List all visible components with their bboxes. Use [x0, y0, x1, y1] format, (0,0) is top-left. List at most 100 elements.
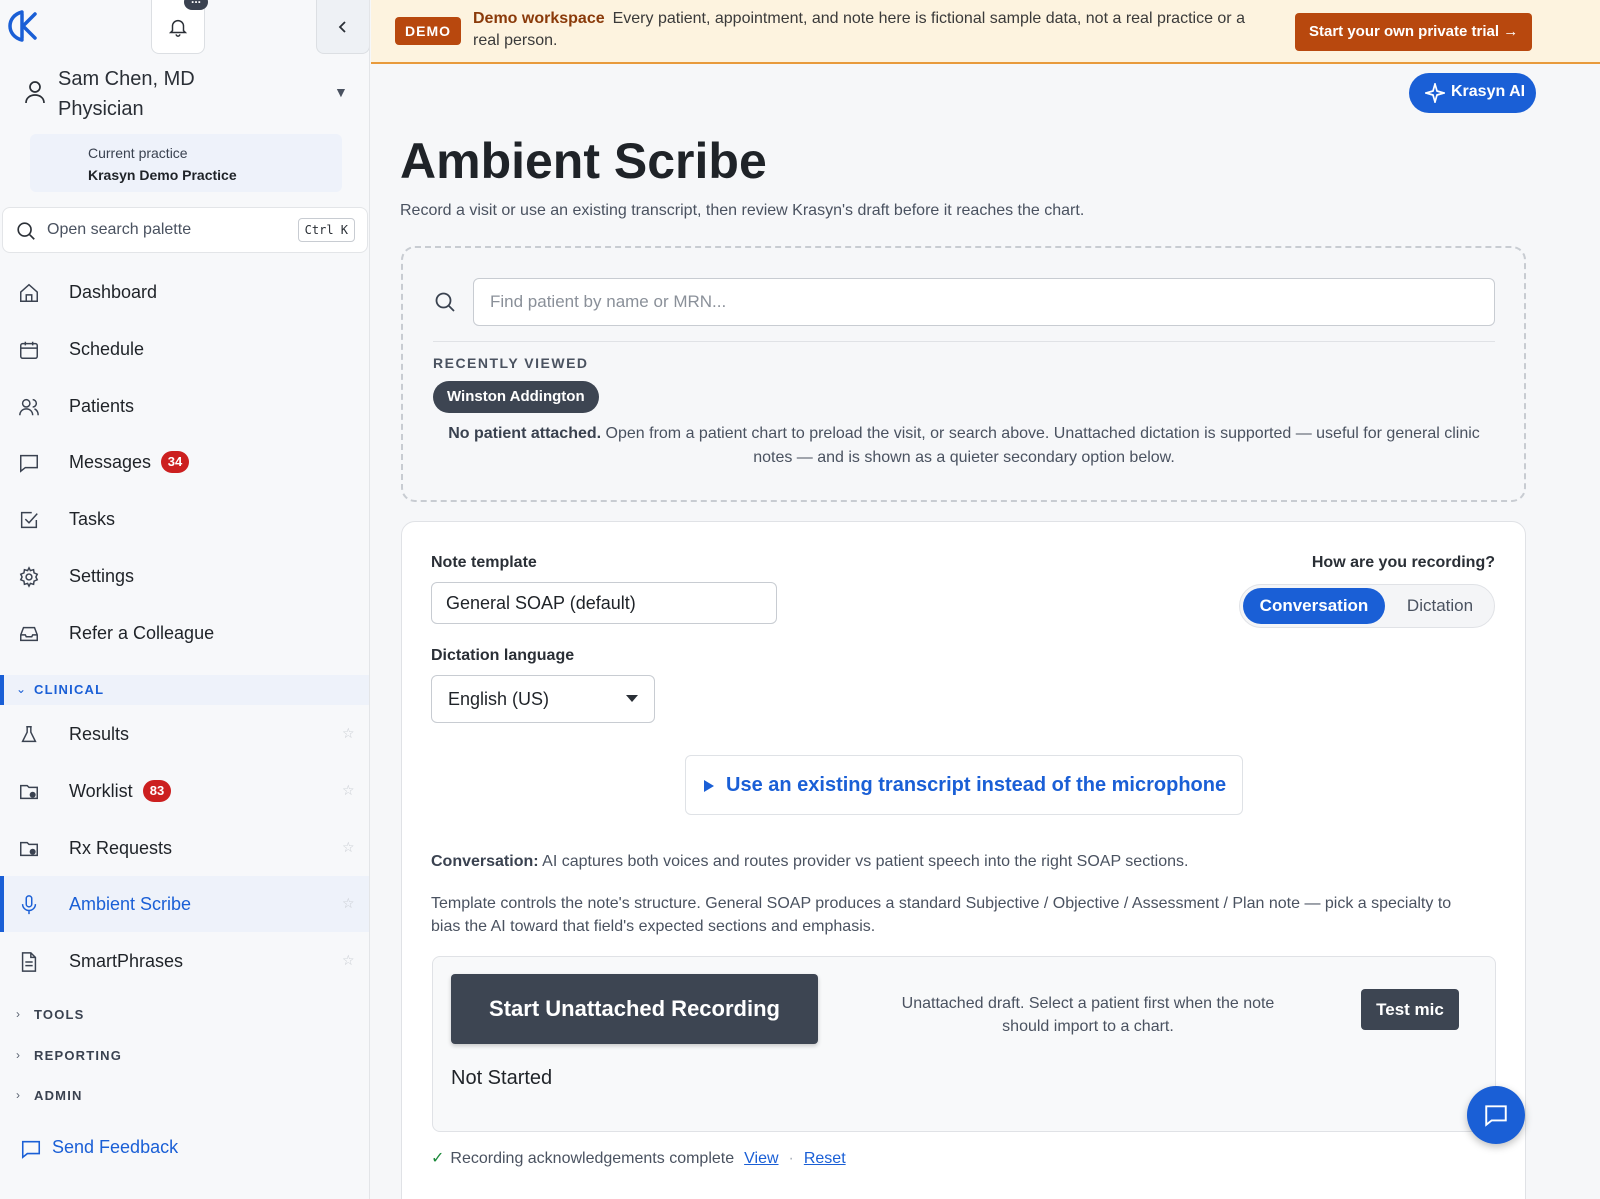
start-trial-button[interactable]: Start your own private trial → — [1295, 13, 1533, 51]
nav-rx-requests[interactable]: Rx Requests ☆ — [0, 820, 369, 876]
note-template-select[interactable]: General SOAP (default) — [431, 582, 777, 624]
no-patient-text: Open from a patient chart to preload the… — [601, 425, 1480, 466]
ack-text: Recording acknowledgements complete — [450, 1150, 735, 1167]
dictation-language-select[interactable]: English (US) — [431, 675, 655, 723]
user-menu[interactable]: Sam Chen, MD Physician ▼ — [24, 64, 354, 124]
nav-smartphrases[interactable]: SmartPhrases ☆ — [0, 933, 369, 989]
page-subtitle: Record a visit or use an existing transc… — [400, 202, 1085, 219]
conversation-description: Conversation: AI captures both voices an… — [431, 853, 1188, 871]
feedback-icon — [21, 1140, 41, 1159]
flask-icon — [21, 726, 37, 743]
user-role: Physician — [58, 98, 144, 120]
nav-label: Tasks — [69, 509, 116, 529]
favorite-star-icon[interactable]: ☆ — [342, 782, 355, 799]
dictation-language-label: Dictation language — [431, 647, 575, 664]
section-title: TOOLS — [34, 1007, 85, 1022]
conversation-bold: Conversation: — [431, 853, 539, 870]
messages-badge: 34 — [161, 451, 189, 473]
search-icon — [17, 222, 35, 240]
transcript-label: Use an existing transcript instead of th… — [726, 774, 1227, 796]
user-icon — [25, 81, 45, 104]
nav-tasks[interactable]: Tasks — [0, 491, 369, 547]
recording-mode-question: How are you recording? — [1311, 554, 1495, 571]
caret-down-icon: ▼ — [334, 84, 348, 100]
chevron-right-icon: › — [16, 1048, 20, 1062]
folder-icon — [20, 841, 38, 857]
notification-badge: ... — [184, 0, 208, 10]
nav-label: Dashboard — [69, 282, 158, 302]
separator: · — [788, 1150, 794, 1167]
start-recording-button[interactable]: Start Unattached Recording — [451, 974, 818, 1044]
nav-settings[interactable]: Settings — [0, 548, 369, 604]
section-tools[interactable]: › TOOLS — [0, 1000, 369, 1030]
search-icon — [435, 292, 455, 312]
recent-patient-chip[interactable]: Winston Addington — [433, 381, 599, 413]
favorite-star-icon[interactable]: ☆ — [342, 895, 355, 912]
nav-label: SmartPhrases — [69, 951, 184, 971]
demo-banner: DEMO Demo workspace Every patient, appoin… — [371, 0, 1600, 64]
recorder-panel: Start Unattached Recording Unattached dr… — [432, 956, 1496, 1132]
use-transcript-button[interactable]: Use an existing transcript instead of th… — [685, 755, 1243, 815]
note-template-label: Note template — [431, 554, 537, 571]
template-description: Template controls the note's structure. … — [431, 895, 1452, 935]
favorite-star-icon[interactable]: ☆ — [342, 839, 355, 856]
document-icon — [21, 952, 37, 972]
inbox-icon — [20, 626, 38, 642]
nav-refer-colleague[interactable]: Refer a Colleague — [0, 605, 369, 661]
section-reporting[interactable]: › REPORTING — [0, 1041, 369, 1071]
recording-status: Not Started — [451, 1067, 553, 1089]
nav-patients[interactable]: Patients — [0, 378, 369, 434]
mode-dictation-button[interactable]: Dictation — [1388, 588, 1492, 624]
section-title: REPORTING — [34, 1048, 123, 1063]
nav-schedule[interactable]: Schedule — [0, 321, 369, 377]
test-mic-button[interactable]: Test mic — [1361, 989, 1459, 1030]
section-clinical[interactable]: ⌄ CLINICAL — [0, 675, 369, 705]
favorite-star-icon[interactable]: ☆ — [342, 952, 355, 969]
user-name: Sam Chen, MD — [58, 68, 195, 90]
section-title: CLINICAL — [34, 682, 105, 697]
reset-ack-link[interactable]: Reset — [804, 1150, 846, 1167]
patient-picker: RECENTLY VIEWED Winston Addington No pat… — [401, 246, 1526, 502]
language-value: English (US) — [448, 689, 550, 709]
krasyn-logo[interactable] — [8, 10, 38, 42]
nav-label: Settings — [69, 566, 135, 586]
nav-results[interactable]: Results ☆ — [0, 706, 369, 762]
scribe-card: Note template General SOAP (default) Dic… — [401, 521, 1526, 1199]
nav-label: Messages — [69, 452, 152, 472]
acknowledgements-row: ✓ Recording acknowledgements complete View… — [431, 1148, 846, 1168]
practice-name: Krasyn Demo Practice — [88, 167, 237, 183]
unattached-note: Unattached draft. Select a patient first… — [901, 995, 1275, 1035]
collapse-sidebar-button[interactable] — [316, 0, 369, 54]
feedback-label: Send Feedback — [52, 1137, 179, 1157]
chevron-left-icon — [338, 20, 346, 33]
conversation-text: AI captures both voices and routes provi… — [538, 853, 1189, 870]
nav-label: Patients — [69, 396, 135, 416]
search-palette-label: Open search palette — [47, 221, 192, 238]
chevron-right-icon: › — [16, 1007, 20, 1021]
chevron-right-icon: › — [16, 1088, 20, 1102]
nav-label: Ambient Scribe — [69, 894, 192, 914]
calendar-icon — [20, 341, 38, 359]
nav-dashboard[interactable]: Dashboard — [0, 264, 369, 320]
home-icon — [20, 283, 38, 302]
favorite-star-icon[interactable]: ☆ — [342, 725, 355, 742]
chat-button[interactable] — [1467, 1086, 1525, 1144]
view-ack-link[interactable]: View — [744, 1150, 778, 1167]
section-admin[interactable]: › ADMIN — [0, 1081, 369, 1111]
demo-pill: DEMO — [395, 17, 461, 45]
practice-label: Current practice — [88, 145, 188, 161]
bell-icon — [168, 19, 188, 37]
nav-messages[interactable]: Messages 34 — [0, 434, 369, 490]
krasyn-ai-button[interactable]: Krasyn AI — [1409, 73, 1536, 113]
nav-ambient-scribe[interactable]: Ambient Scribe ☆ — [0, 876, 369, 932]
patient-search-input[interactable] — [473, 278, 1495, 326]
mode-conversation-button[interactable]: Conversation — [1243, 588, 1385, 624]
worklist-badge: 83 — [143, 780, 171, 802]
section-title: ADMIN — [34, 1088, 83, 1103]
notifications-button[interactable]: ... — [151, 0, 208, 54]
search-palette-button[interactable]: Open search palette Ctrl K — [2, 207, 368, 253]
current-practice[interactable]: Current practice Krasyn Demo Practice — [30, 134, 342, 192]
play-triangle-icon — [704, 780, 714, 792]
nav-worklist[interactable]: Worklist 83 ☆ — [0, 763, 369, 819]
nav-label: Rx Requests — [69, 838, 173, 858]
